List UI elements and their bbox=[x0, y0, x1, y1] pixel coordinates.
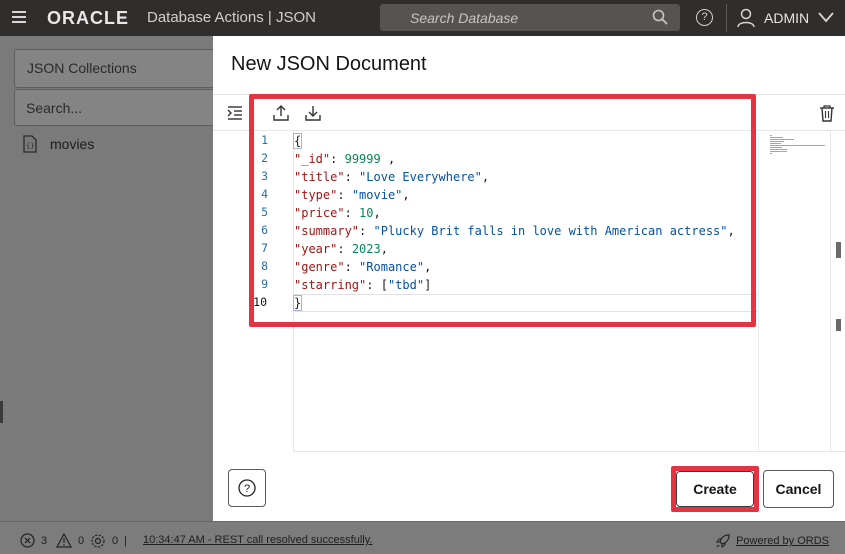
user-name[interactable]: ADMIN bbox=[764, 10, 809, 26]
minimap-line bbox=[770, 149, 787, 150]
line-number: 1 bbox=[261, 133, 268, 147]
download-icon[interactable] bbox=[303, 103, 323, 123]
collection-type-select[interactable]: JSON Collections bbox=[14, 49, 219, 88]
status-message[interactable]: 10:34:47 AM - REST call resolved success… bbox=[143, 534, 372, 546]
settings-indicator[interactable]: 0 | bbox=[90, 533, 127, 549]
line-number-gutter: 1 2 3 4 5 6 7 8 9 10 bbox=[250, 132, 294, 452]
line-number: 4 bbox=[261, 187, 268, 201]
format-indent-icon[interactable] bbox=[225, 103, 245, 123]
code-line[interactable]: "price": 10, bbox=[294, 204, 381, 222]
rocket-icon bbox=[716, 534, 730, 549]
warnings-count: 0 bbox=[78, 534, 85, 547]
warnings-indicator[interactable]: 0 bbox=[56, 533, 84, 548]
errors-count: 3 bbox=[41, 534, 48, 547]
user-icon[interactable] bbox=[737, 8, 755, 28]
new-json-document-dialog: New JSON Document 1 2 3 4 5 6 7 8 9 10 {… bbox=[213, 36, 845, 521]
line-number: 10 bbox=[253, 295, 267, 309]
dialog-title: New JSON Document bbox=[231, 53, 427, 75]
editor-toolbar bbox=[213, 95, 845, 131]
minimap-line bbox=[770, 137, 783, 138]
errors-indicator[interactable]: 3 bbox=[20, 533, 47, 548]
line-number: 6 bbox=[261, 223, 268, 237]
minimap-line bbox=[770, 151, 787, 152]
code-line[interactable]: "year": 2023, bbox=[294, 240, 388, 258]
line-number: 8 bbox=[261, 259, 268, 273]
json-editor[interactable]: 1 2 3 4 5 6 7 8 9 10 {"_id": 99999 , "tit… bbox=[213, 95, 845, 452]
oracle-logo: ORACLE bbox=[47, 8, 129, 28]
editor-margin bbox=[213, 132, 250, 452]
code-line[interactable]: "type": "movie", bbox=[294, 186, 410, 204]
code-line[interactable]: } bbox=[292, 294, 758, 312]
vertical-scrollbar[interactable] bbox=[830, 132, 845, 452]
scrollbar-thumb[interactable] bbox=[836, 242, 841, 258]
gear-icon bbox=[91, 534, 105, 548]
search-placeholder: Search Database bbox=[410, 10, 519, 26]
code-line[interactable]: "title": "Love Everywhere", bbox=[294, 168, 489, 186]
minimap-line bbox=[770, 147, 782, 148]
search-icon[interactable] bbox=[652, 9, 668, 25]
cancel-button[interactable]: Cancel bbox=[763, 470, 834, 508]
svg-text:?: ? bbox=[244, 483, 250, 495]
search-database-input[interactable]: Search Database bbox=[380, 4, 680, 31]
help-button[interactable]: ? bbox=[228, 469, 266, 507]
minimap-line bbox=[770, 141, 784, 142]
settings-count: 0 bbox=[112, 535, 119, 547]
line-number: 7 bbox=[261, 241, 268, 255]
powered-by-link[interactable]: Powered by ORDS bbox=[715, 533, 829, 549]
status-bar: 3 0 0 | 10:34:47 AM - REST call resolved… bbox=[0, 521, 845, 554]
collection-item-label: movies bbox=[50, 136, 95, 152]
help-circle-icon: ? bbox=[238, 479, 256, 497]
minimap-line bbox=[770, 139, 794, 140]
code-line[interactable]: "summary": "Plucky Brit falls in love wi… bbox=[294, 222, 735, 240]
minimap-line bbox=[770, 145, 825, 146]
left-panel: JSON Collections Search... {} movies bbox=[0, 36, 219, 521]
chevron-down-icon[interactable] bbox=[818, 11, 834, 23]
svg-text:{}: {} bbox=[26, 142, 34, 150]
create-button[interactable]: Create bbox=[676, 471, 754, 507]
code-line[interactable]: "starring": ["tbd"] bbox=[294, 276, 431, 294]
minimap-line bbox=[770, 153, 772, 154]
hamburger-menu-icon[interactable] bbox=[12, 11, 26, 23]
warning-icon bbox=[56, 533, 72, 548]
upload-icon[interactable] bbox=[271, 103, 291, 123]
status-separator: | bbox=[124, 535, 127, 547]
powered-by-label: Powered by ORDS bbox=[736, 535, 829, 547]
product-title: Database Actions | JSON bbox=[147, 9, 316, 26]
top-bar: ORACLE Database Actions | JSON Search Da… bbox=[0, 0, 845, 36]
panel-edge-marker bbox=[0, 401, 3, 423]
divider bbox=[726, 4, 727, 32]
help-icon[interactable]: ? bbox=[696, 9, 713, 26]
minimap-line bbox=[770, 135, 772, 136]
code-line[interactable]: "genre": "Romance", bbox=[294, 258, 431, 276]
code-line[interactable]: { bbox=[292, 132, 303, 150]
line-number: 5 bbox=[261, 205, 268, 219]
collection-item-movies[interactable]: {} movies bbox=[22, 133, 94, 155]
line-number: 3 bbox=[261, 169, 268, 183]
editor-minimap[interactable] bbox=[758, 132, 830, 452]
json-collection-icon: {} bbox=[23, 135, 37, 153]
code-line[interactable]: "_id": 99999 , bbox=[294, 150, 395, 168]
collection-search-input[interactable]: Search... bbox=[14, 89, 219, 126]
scrollbar-marker bbox=[836, 319, 841, 331]
trash-icon[interactable] bbox=[817, 103, 837, 123]
error-icon bbox=[20, 533, 35, 548]
line-number: 9 bbox=[261, 277, 268, 291]
minimap-line bbox=[770, 143, 781, 144]
code-area[interactable]: {"_id": 99999 , "title": "Love Everywhere… bbox=[292, 132, 758, 452]
line-number: 2 bbox=[261, 151, 268, 165]
